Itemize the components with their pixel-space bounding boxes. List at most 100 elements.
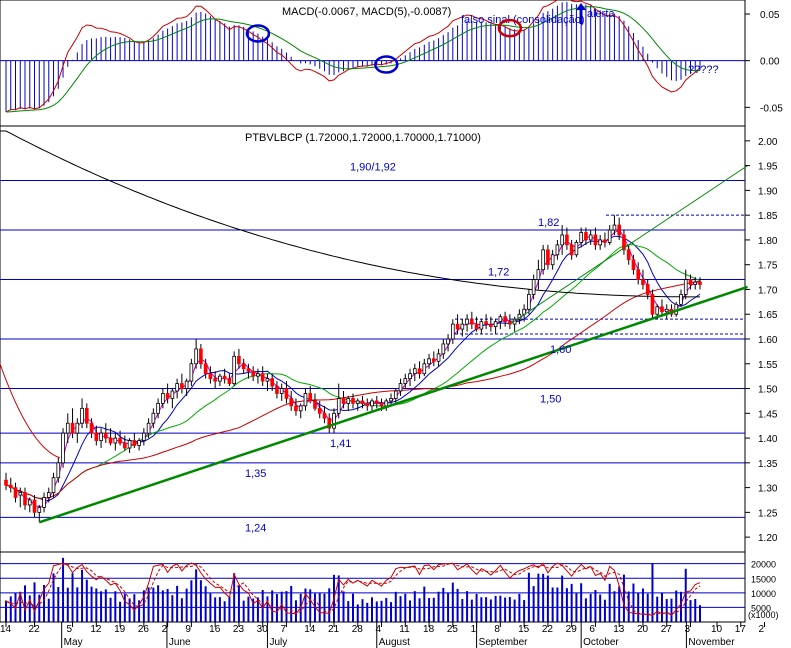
- candle-body: [645, 284, 650, 295]
- candle-body: [42, 497, 46, 508]
- candle-body: [99, 432, 103, 441]
- x-day-label: 11: [399, 624, 410, 635]
- candle-body: [8, 484, 13, 489]
- candle-body: [298, 405, 303, 412]
- candle-body: [360, 400, 365, 404]
- x-month-label: May: [64, 637, 83, 648]
- x-day-label: 29: [566, 624, 578, 635]
- candle-body: [275, 385, 279, 394]
- x-day-label: 20: [637, 624, 649, 635]
- candle-body: [446, 338, 450, 345]
- candle-body: [194, 348, 198, 365]
- candle-body: [631, 259, 636, 271]
- candle-body: [303, 393, 308, 407]
- candle-body: [650, 294, 655, 315]
- x-day-label: 3: [684, 624, 690, 635]
- candle-body: [460, 323, 465, 330]
- annotation-question: ?????: [688, 64, 719, 76]
- x-day-label: 15: [518, 624, 530, 635]
- candle-body: [555, 244, 560, 256]
- price-y-tick-label: 1.50: [758, 385, 778, 396]
- x-day-label: 14: [304, 624, 316, 635]
- price-y-tick-label: 1.40: [758, 434, 778, 445]
- x-day-label: 30: [257, 624, 269, 635]
- candle-body: [569, 244, 574, 256]
- candle-body: [260, 373, 265, 382]
- candle-body: [56, 462, 61, 479]
- candle-body: [156, 402, 160, 414]
- candle-body: [603, 239, 607, 243]
- candle-body: [142, 432, 146, 441]
- x-month-label: August: [379, 637, 410, 648]
- x-day-label: 16: [209, 624, 221, 635]
- candle-body: [23, 492, 27, 506]
- candle-body: [626, 249, 631, 261]
- candle-body: [118, 437, 122, 444]
- candle-body: [346, 398, 351, 404]
- candle-body: [612, 224, 617, 231]
- candle-body: [199, 348, 203, 365]
- x-day-label: 28: [352, 624, 364, 635]
- candle-body: [265, 378, 270, 382]
- price-y-tick-label: 1.35: [758, 459, 778, 470]
- candle-body: [227, 378, 232, 384]
- price-y-tick-label: 1.30: [758, 484, 778, 495]
- price-y-tick-label: 1.60: [758, 335, 778, 346]
- candle-body: [588, 234, 593, 241]
- x-day-label: 1: [471, 624, 477, 635]
- x-day-label: 10: [711, 624, 723, 635]
- candle-body: [465, 318, 469, 325]
- candle-body: [593, 234, 598, 246]
- price-y-tick-label: 1.90: [758, 186, 778, 197]
- candle-body: [655, 306, 660, 315]
- candle-body: [660, 306, 664, 313]
- price-y-tick-label: 1.95: [758, 162, 778, 173]
- candle-body: [51, 477, 56, 493]
- candle-body: [256, 373, 260, 377]
- level-label: 1,35: [245, 468, 266, 480]
- price-y-tick-label: 1.65: [758, 310, 778, 321]
- candle-body: [455, 323, 460, 330]
- candle-body: [251, 370, 255, 377]
- candle-body: [422, 363, 427, 375]
- candle-body: [441, 343, 446, 355]
- price-y-tick-label: 1.25: [758, 508, 778, 519]
- candle-body: [246, 368, 251, 372]
- candle-body: [279, 388, 284, 394]
- macd-y-tick-label: -0.05: [760, 103, 783, 114]
- candle-body: [641, 279, 645, 285]
- x-day-label: 18: [423, 624, 435, 635]
- candle-body: [431, 358, 436, 362]
- candle-body: [379, 402, 384, 407]
- candle-body: [698, 281, 702, 285]
- candle-body: [536, 269, 541, 280]
- price-y-tick-label: 1.70: [758, 285, 778, 296]
- candle-body: [165, 393, 170, 399]
- x-month-label: July: [269, 637, 287, 648]
- candle-body: [180, 383, 184, 389]
- candle-body: [127, 440, 132, 449]
- candle-body: [84, 407, 89, 424]
- candle-body: [108, 437, 113, 444]
- x-day-label: 8: [494, 624, 500, 635]
- macd-title: MACD(-0.0067, MACD(5),-0.0087): [282, 6, 451, 18]
- price-y-tick-label: 1.55: [758, 360, 778, 371]
- x-day-label: 7: [280, 624, 286, 635]
- candle-body: [493, 321, 498, 328]
- candle-body: [322, 412, 327, 419]
- candle-body: [479, 321, 484, 330]
- x-day-label: 5: [67, 624, 73, 635]
- candle-body: [636, 269, 641, 280]
- candle-body: [683, 279, 688, 295]
- candle-body: [94, 432, 99, 441]
- candle-body: [527, 294, 531, 310]
- candle-body: [317, 407, 322, 414]
- candle-body: [664, 308, 669, 313]
- candle-body: [427, 358, 431, 365]
- candle-body: [189, 363, 194, 382]
- price-y-tick-label: 2.00: [758, 137, 778, 148]
- candle-body: [151, 412, 156, 424]
- candle-body: [474, 323, 479, 330]
- x-day-label: 21: [328, 624, 340, 635]
- candle-body: [4, 479, 8, 486]
